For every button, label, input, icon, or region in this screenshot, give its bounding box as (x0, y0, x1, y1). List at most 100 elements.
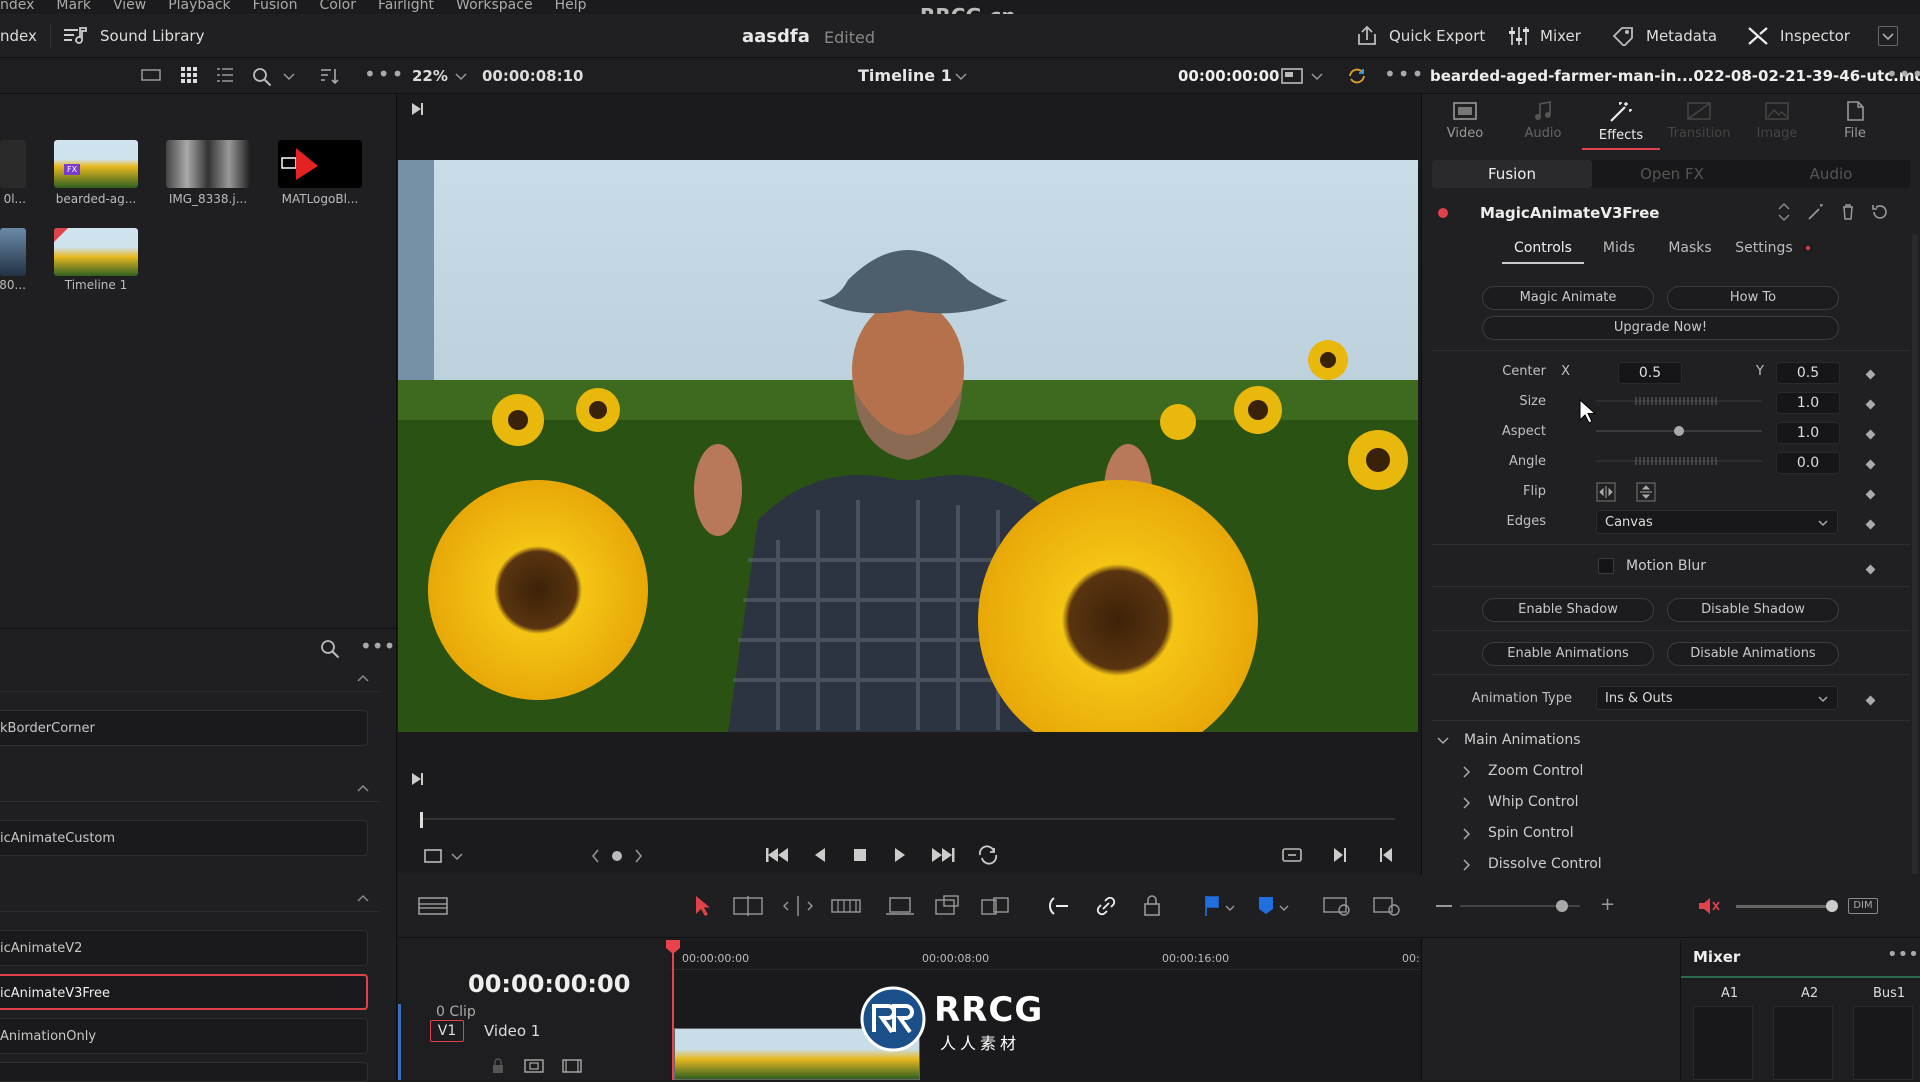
aspect-slider[interactable] (1596, 424, 1762, 438)
loop-icon[interactable] (976, 844, 1000, 866)
list-view-icon[interactable] (216, 66, 234, 84)
viewer-display-icon[interactable] (1280, 66, 1306, 86)
tree-item-zoom-control[interactable]: Zoom Control (1488, 763, 1583, 779)
trash-icon[interactable] (1840, 202, 1856, 222)
insert-clip-icon[interactable] (884, 894, 916, 918)
chevron-down-icon[interactable] (954, 70, 968, 84)
control-tab-masks[interactable]: Masks (1654, 240, 1726, 264)
effect-item[interactable] (0, 1062, 368, 1082)
flip-vertical-icon[interactable] (1636, 482, 1656, 502)
how-to-button[interactable]: How To (1667, 286, 1839, 310)
reset-icon[interactable] (1870, 202, 1890, 222)
effect-item[interactable]: icAnimateV2 (0, 930, 368, 966)
angle-field[interactable]: 0.0 (1776, 452, 1840, 474)
video-preview[interactable] (398, 160, 1418, 732)
media-thumbnail[interactable] (0, 228, 26, 276)
keyframe-icon[interactable] (1865, 695, 1876, 706)
disable-shadow-button[interactable]: Disable Shadow (1667, 598, 1839, 622)
prev-frame-icon[interactable] (1376, 844, 1396, 866)
control-tab-controls[interactable]: Controls (1502, 240, 1584, 264)
inspector-tab-video[interactable]: Video (1426, 94, 1504, 150)
effects-section-header[interactable] (0, 666, 380, 692)
filmstrip-view-icon[interactable] (140, 66, 162, 84)
keyframe-icon[interactable] (1865, 564, 1876, 575)
disable-animations-button[interactable]: Disable Animations (1667, 642, 1839, 666)
effect-item[interactable]: AnimationOnly (0, 1018, 368, 1054)
search-icon[interactable] (252, 67, 272, 87)
timeline-ruler[interactable]: 00:00:00:00 00:00:08:00 00:00:16:00 00:0… (670, 940, 1420, 970)
timeline-zoom-handle[interactable] (1556, 900, 1568, 912)
play-reverse-icon[interactable] (810, 844, 830, 866)
chevron-right-icon[interactable] (1460, 827, 1474, 841)
chevron-right-icon[interactable] (1460, 765, 1474, 779)
effect-item[interactable]: kBorderCorner (0, 710, 368, 746)
control-tab-settings[interactable]: Settings (1726, 240, 1802, 264)
media-thumbnail[interactable] (166, 140, 250, 188)
snapping-icon[interactable] (1048, 894, 1072, 918)
keyframe-icon[interactable] (1865, 519, 1876, 530)
channel-strip-a1[interactable] (1693, 1006, 1753, 1080)
keyframe-icon[interactable] (1865, 489, 1876, 500)
lock-icon[interactable] (490, 1058, 506, 1074)
tree-item-whip-control[interactable]: Whip Control (1488, 794, 1579, 810)
media-thumbnail[interactable] (278, 140, 362, 188)
play-icon[interactable] (890, 844, 910, 866)
more-options-icon[interactable]: ••• (1384, 62, 1425, 86)
enable-shadow-button[interactable]: Enable Shadow (1482, 598, 1654, 622)
menu-item-view[interactable]: View (113, 0, 146, 14)
sound-library-button[interactable]: Sound Library (62, 14, 204, 58)
animation-type-dropdown[interactable]: Ins & Outs (1596, 686, 1838, 710)
index-button[interactable]: ndex (0, 14, 37, 58)
sort-icon[interactable] (318, 66, 340, 86)
size-field[interactable]: 1.0 (1776, 392, 1840, 414)
control-tab-mids[interactable]: Mids (1584, 240, 1654, 264)
menu-item-mark[interactable]: Mark (56, 0, 91, 14)
skip-to-start-icon[interactable] (764, 844, 790, 866)
edges-dropdown[interactable]: Canvas (1596, 510, 1838, 534)
menu-item-playback[interactable]: Playback (168, 0, 230, 14)
media-thumbnail[interactable] (0, 140, 26, 188)
effects-section-header[interactable] (0, 886, 380, 912)
magic-wand-icon[interactable] (1806, 202, 1826, 222)
dim-button[interactable]: DIM (1848, 898, 1878, 914)
timeline-thumbnail[interactable] (54, 228, 138, 276)
effect-item-selected[interactable]: icAnimateV3Free (0, 974, 368, 1010)
more-options-icon[interactable]: ••• (1887, 944, 1919, 965)
inspector-scrollbar[interactable] (1912, 234, 1918, 884)
flag-icon[interactable] (1202, 894, 1222, 918)
jog-control[interactable] (590, 846, 644, 866)
chevron-down-icon[interactable] (1436, 734, 1450, 748)
inspector-tab-image[interactable]: Image (1738, 94, 1816, 150)
flip-horizontal-icon[interactable] (1596, 482, 1616, 502)
chevron-down-icon[interactable] (450, 846, 464, 866)
window-toggle-button[interactable] (1878, 26, 1898, 46)
go-to-start-icon[interactable] (408, 100, 426, 118)
timeline-layout-icon[interactable] (418, 896, 448, 916)
chevron-right-icon[interactable] (1460, 796, 1474, 810)
selection-tool-icon[interactable] (692, 894, 712, 918)
scrub-bar[interactable] (420, 818, 1395, 820)
marker-icon[interactable] (1256, 894, 1276, 918)
center-y-field[interactable]: 0.5 (1776, 362, 1840, 384)
keyframe-icon[interactable] (1865, 429, 1876, 440)
menu-item-fairlight[interactable]: Fairlight (378, 0, 434, 14)
sync-icon[interactable] (1346, 66, 1368, 86)
subtab-audio[interactable]: Audio (1752, 160, 1910, 188)
menu-item-workspace[interactable]: Workspace (456, 0, 533, 14)
track-output-icon[interactable] (562, 1058, 582, 1074)
stop-icon[interactable] (850, 844, 870, 866)
keyframe-icon[interactable] (1865, 369, 1876, 380)
chevron-right-icon[interactable] (1460, 858, 1474, 872)
inspector-tab-effects[interactable]: Effects (1582, 94, 1660, 150)
track-destination-v1[interactable]: V1 (430, 1020, 464, 1042)
go-to-start-icon[interactable] (408, 770, 426, 788)
inspector-tab-transition[interactable]: Transition (1660, 94, 1738, 150)
channel-strip-bus1[interactable] (1853, 1006, 1913, 1080)
grid-view-icon[interactable] (180, 66, 198, 84)
search-icon[interactable] (320, 639, 340, 659)
menu-item-index[interactable]: ndex (0, 0, 34, 14)
crop-icon[interactable] (422, 846, 444, 866)
lock-icon[interactable] (1140, 894, 1164, 918)
metadata-button[interactable]: Metadata (1612, 14, 1717, 58)
blade-tool-icon[interactable] (830, 894, 862, 918)
